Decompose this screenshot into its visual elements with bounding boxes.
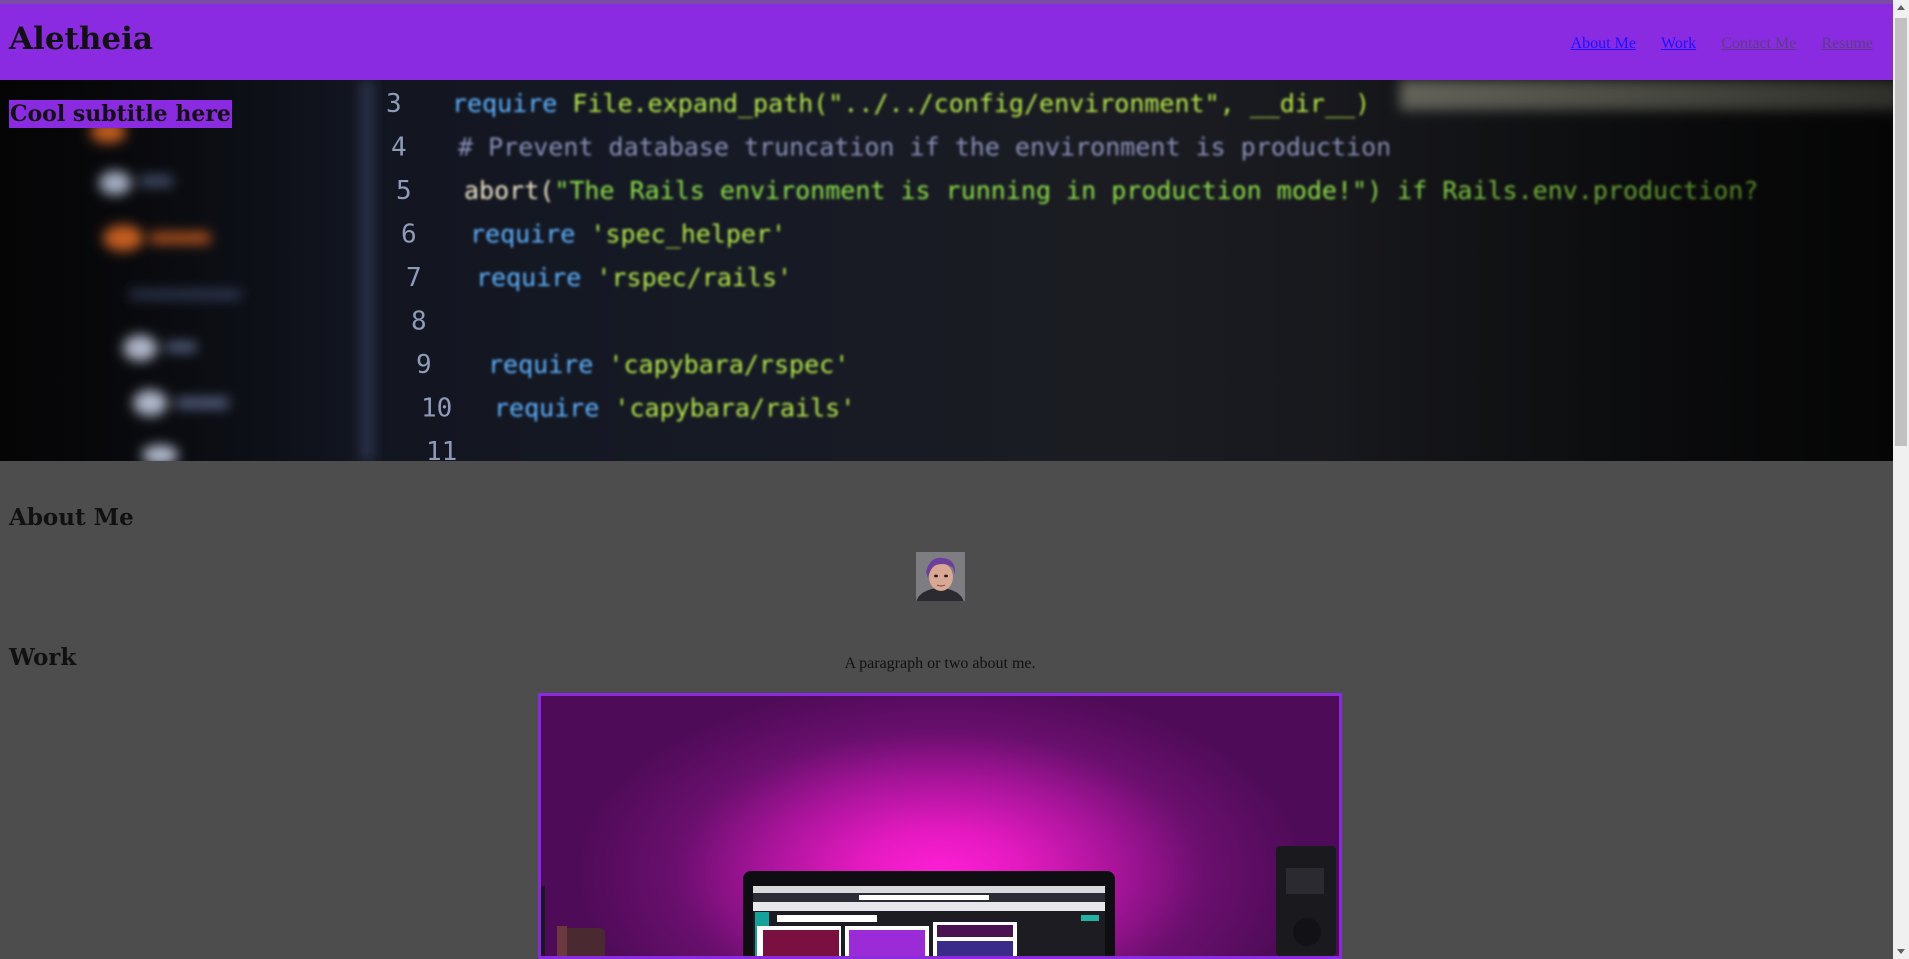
nav-link-resume[interactable]: Resume — [1821, 35, 1873, 52]
scrollbar-thumb[interactable] — [1895, 18, 1907, 446]
profile-photo — [916, 552, 965, 601]
main-nav: About Me Work Contact Me Resume — [1551, 33, 1873, 53]
hero-banner: 3require File.expand_path("../../config/… — [0, 80, 1893, 461]
laptop-illustration — [743, 871, 1115, 956]
site-title: Aletheia — [9, 21, 153, 57]
scroll-down-arrow-icon[interactable] — [1897, 949, 1905, 954]
nav-link-contact-me[interactable]: Contact Me — [1721, 35, 1796, 52]
nav-link-work[interactable]: Work — [1661, 35, 1696, 52]
site-header: Aletheia About Me Work Contact Me Resume — [0, 4, 1893, 80]
profile-avatar — [916, 552, 965, 601]
page-scrollbar[interactable] — [1893, 0, 1909, 959]
about-me-heading: About Me — [9, 504, 134, 531]
scroll-up-arrow-icon[interactable] — [1897, 5, 1905, 10]
nav-link-about-me[interactable]: About Me — [1571, 35, 1636, 52]
work-heading: Work — [9, 644, 77, 671]
work-project-card[interactable] — [538, 693, 1342, 959]
hero-code-image: 3require File.expand_path("../../config/… — [0, 80, 1893, 461]
work-project-image — [541, 846, 1336, 956]
about-me-paragraph: A paragraph or two about me. — [844, 655, 1036, 672]
hero-subtitle: Cool subtitle here — [9, 100, 232, 128]
